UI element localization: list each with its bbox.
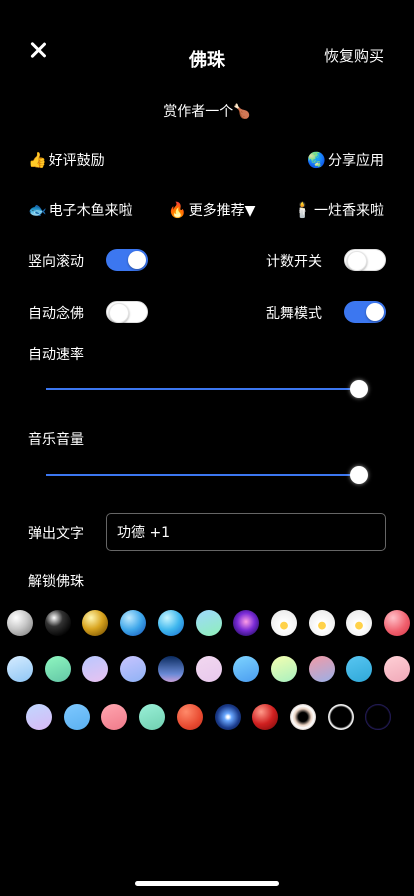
review-link[interactable]: 👍 好评鼓励: [28, 150, 105, 170]
bead-option[interactable]: [308, 656, 335, 682]
bead-option[interactable]: [101, 704, 128, 730]
incense-label: 一炷香来啦: [314, 203, 384, 219]
bead-option[interactable]: [7, 610, 33, 636]
bead-option[interactable]: [252, 704, 279, 730]
music-volume-slider[interactable]: [46, 474, 358, 476]
share-link[interactable]: 🌏 分享应用: [307, 150, 384, 170]
bead-option[interactable]: [157, 610, 184, 636]
review-label: 好评鼓励: [48, 153, 105, 169]
counter-label: 计数开关: [266, 254, 322, 270]
popup-text-label: 弹出文字: [28, 526, 84, 542]
auto-speed-label: 自动速率: [28, 347, 84, 363]
fire-icon: 🔥: [168, 201, 187, 219]
share-label: 分享应用: [328, 153, 384, 169]
popup-text-input[interactable]: [106, 513, 386, 551]
bead-option[interactable]: [384, 656, 410, 682]
reward-label: 赏作者一个: [163, 104, 234, 120]
reward-author-link[interactable]: 赏作者一个🍗: [0, 101, 414, 121]
bead-option[interactable]: [157, 656, 184, 682]
more-label: 更多推荐▼: [188, 203, 256, 219]
globe-icon: 🌏: [307, 151, 326, 169]
bead-option[interactable]: [270, 610, 297, 636]
bead-option[interactable]: [233, 656, 260, 682]
auto-chant-label: 自动念佛: [28, 306, 84, 322]
bead-option[interactable]: [120, 610, 147, 636]
bead-option[interactable]: [270, 656, 297, 682]
bead-option[interactable]: [176, 704, 203, 730]
candle-icon: 🕯️: [293, 201, 312, 219]
vertical-scroll-toggle[interactable]: [106, 249, 148, 271]
wild-mode-label: 乱舞模式: [266, 306, 322, 322]
bead-option[interactable]: [139, 704, 166, 730]
bead-option[interactable]: [44, 656, 71, 682]
auto-chant-toggle[interactable]: [106, 301, 148, 323]
fish-icon: 🐟: [28, 201, 47, 219]
muyu-label: 电子木鱼来啦: [48, 203, 133, 219]
wild-mode-toggle[interactable]: [344, 301, 386, 323]
home-indicator: [135, 881, 279, 886]
bead-option[interactable]: [195, 610, 222, 636]
bead-option[interactable]: [346, 610, 373, 636]
incense-link[interactable]: 🕯️ 一炷香来啦: [293, 200, 384, 220]
thumbs-up-icon: 👍: [28, 151, 47, 169]
vertical-scroll-label: 竖向滚动: [28, 254, 84, 270]
bead-option[interactable]: [82, 656, 109, 682]
music-volume-slider-thumb[interactable]: [350, 466, 368, 484]
bead-option[interactable]: [365, 704, 392, 730]
bead-option[interactable]: [346, 656, 373, 682]
bead-option[interactable]: [63, 704, 90, 730]
bead-option[interactable]: [26, 704, 52, 730]
counter-toggle[interactable]: [344, 249, 386, 271]
restore-purchase-button[interactable]: 恢复购买: [324, 45, 384, 66]
bead-option[interactable]: [7, 656, 33, 682]
auto-speed-slider[interactable]: [46, 388, 358, 390]
music-volume-label: 音乐音量: [28, 432, 84, 448]
more-recommend-link[interactable]: 🔥 更多推荐▼: [168, 200, 255, 220]
bead-option[interactable]: [327, 704, 354, 730]
bead-option[interactable]: [195, 656, 222, 682]
bead-option[interactable]: [384, 610, 410, 636]
bead-option[interactable]: [308, 610, 335, 636]
bead-option[interactable]: [233, 610, 260, 636]
bead-option[interactable]: [214, 704, 241, 730]
bead-option[interactable]: [289, 704, 316, 730]
auto-speed-slider-thumb[interactable]: [350, 380, 368, 398]
unlock-beads-label: 解锁佛珠: [28, 574, 84, 590]
bead-option[interactable]: [120, 656, 147, 682]
bead-option[interactable]: [82, 610, 109, 636]
muyu-link[interactable]: 🐟 电子木鱼来啦: [28, 200, 133, 220]
bead-option[interactable]: [44, 610, 71, 636]
drumstick-icon: 🍗: [233, 104, 251, 120]
